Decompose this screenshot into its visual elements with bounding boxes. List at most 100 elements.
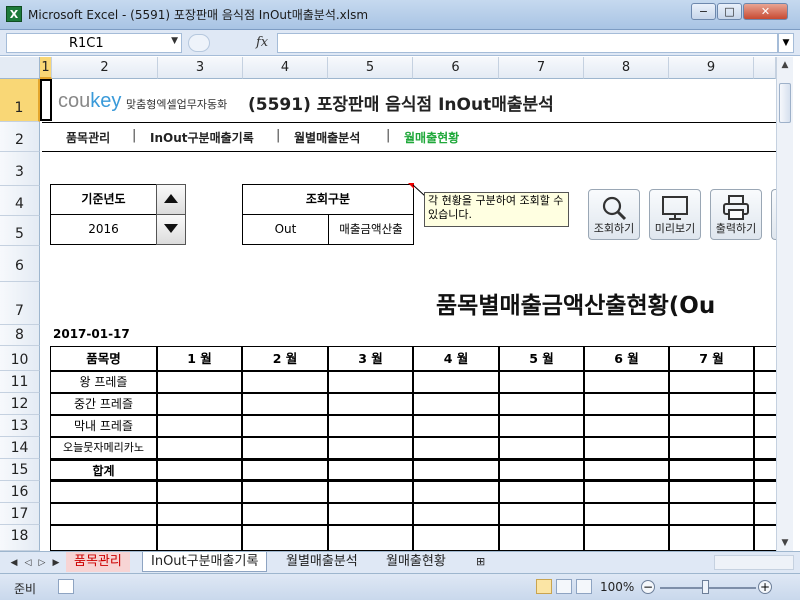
maximize-button[interactable]: □ — [717, 3, 742, 20]
table-cell[interactable] — [499, 415, 584, 437]
table-cell[interactable] — [754, 371, 776, 393]
table-cell[interactable] — [157, 437, 242, 459]
query-type-metric[interactable]: 매출금액산출 — [328, 214, 414, 245]
table-cell[interactable] — [584, 437, 669, 459]
row-header[interactable]: 12 — [0, 393, 40, 415]
sheet-tab-products[interactable]: 품목관리 — [66, 552, 130, 572]
table-cell[interactable] — [669, 459, 754, 481]
item-name-cell[interactable]: 중간 프레즐 — [50, 393, 157, 415]
table-cell[interactable] — [328, 393, 413, 415]
row-header[interactable]: 10 — [0, 346, 40, 371]
table-cell[interactable] — [328, 481, 413, 503]
last-sheet-icon[interactable]: ▶ — [50, 556, 62, 570]
row-header[interactable]: 4 — [0, 186, 40, 216]
table-cell[interactable] — [328, 503, 413, 525]
table-cell[interactable] — [328, 371, 413, 393]
table-cell[interactable] — [413, 481, 499, 503]
table-cell[interactable] — [242, 393, 328, 415]
nav-item-products[interactable]: 품목관리 — [66, 129, 110, 146]
table-cell[interactable] — [584, 525, 669, 551]
row-header[interactable]: 18 — [0, 525, 40, 551]
table-cell[interactable] — [157, 459, 242, 481]
table-cell[interactable] — [50, 525, 157, 551]
table-cell[interactable] — [157, 415, 242, 437]
table-cell[interactable] — [499, 481, 584, 503]
table-cell[interactable] — [242, 481, 328, 503]
table-cell[interactable] — [584, 415, 669, 437]
row-header[interactable]: 17 — [0, 503, 40, 525]
table-cell[interactable] — [242, 415, 328, 437]
column-header[interactable]: 4 — [243, 57, 328, 79]
table-cell[interactable] — [499, 437, 584, 459]
row-header[interactable]: 3 — [0, 152, 40, 186]
column-header[interactable]: 8 — [584, 57, 669, 79]
table-cell[interactable] — [413, 393, 499, 415]
table-cell[interactable] — [754, 415, 776, 437]
table-cell[interactable] — [413, 503, 499, 525]
table-cell[interactable] — [584, 393, 669, 415]
horizontal-scrollbar[interactable] — [714, 555, 794, 570]
table-cell[interactable] — [754, 525, 776, 551]
zoom-out-icon[interactable]: − — [641, 580, 655, 594]
table-cell[interactable] — [499, 503, 584, 525]
row-header[interactable]: 2 — [0, 122, 40, 152]
table-cell[interactable] — [157, 503, 242, 525]
item-name-cell[interactable]: 오늘뭇자메리카노 — [50, 437, 157, 459]
table-cell[interactable] — [584, 503, 669, 525]
vertical-scrollbar[interactable]: ▲ ▼ — [776, 57, 793, 551]
chevron-down-icon[interactable]: ▼ — [171, 36, 178, 46]
table-cell[interactable] — [242, 437, 328, 459]
table-cell[interactable] — [413, 371, 499, 393]
macro-record-icon[interactable] — [58, 579, 74, 594]
table-cell[interactable] — [499, 371, 584, 393]
total-label-cell[interactable]: 합계 — [50, 459, 157, 481]
zoom-in-icon[interactable]: + — [758, 580, 772, 594]
table-cell[interactable] — [157, 525, 242, 551]
table-cell[interactable] — [328, 437, 413, 459]
column-header[interactable]: 2 — [52, 57, 158, 79]
nav-item-monthly-status[interactable]: 월매출현황 — [404, 129, 459, 146]
sheet-tab-monthly-status[interactable]: 월매출현황 — [378, 552, 454, 572]
page-layout-icon[interactable] — [556, 579, 572, 594]
year-up-button[interactable] — [156, 184, 186, 215]
search-button[interactable]: 조회하기 — [588, 189, 640, 240]
print-button[interactable]: 출력하기 — [710, 189, 762, 240]
row-header[interactable]: 8 — [0, 325, 40, 346]
expand-formula-icon[interactable]: ▼ — [778, 33, 794, 53]
table-cell[interactable] — [242, 525, 328, 551]
table-cell[interactable] — [328, 459, 413, 481]
table-cell[interactable] — [242, 503, 328, 525]
row-header[interactable]: 11 — [0, 371, 40, 393]
row-header[interactable]: 15 — [0, 459, 40, 481]
nav-item-monthly-analysis[interactable]: 월별매출분석 — [294, 129, 360, 146]
nav-item-inout-records[interactable]: InOut구분매출기록 — [150, 129, 254, 146]
next-sheet-icon[interactable]: ▷ — [36, 556, 48, 570]
close-button[interactable]: ✕ — [743, 3, 788, 20]
page-break-preview-icon[interactable] — [576, 579, 592, 594]
row-header[interactable]: 16 — [0, 481, 40, 503]
table-cell[interactable] — [754, 481, 776, 503]
row-header[interactable]: 6 — [0, 246, 40, 282]
table-cell[interactable] — [669, 415, 754, 437]
year-value[interactable]: 2016 — [50, 214, 157, 245]
column-header[interactable]: 3 — [158, 57, 243, 79]
table-cell[interactable] — [50, 503, 157, 525]
minimize-button[interactable]: − — [691, 3, 716, 20]
item-name-cell[interactable]: 왕 프레즐 — [50, 371, 157, 393]
table-cell[interactable] — [50, 481, 157, 503]
row-header[interactable]: 14 — [0, 437, 40, 459]
item-name-cell[interactable]: 막내 프레즐 — [50, 415, 157, 437]
table-cell[interactable] — [157, 371, 242, 393]
column-header[interactable]: 1 — [40, 57, 52, 79]
table-cell[interactable] — [157, 481, 242, 503]
table-cell[interactable] — [157, 393, 242, 415]
formula-input[interactable] — [277, 33, 778, 53]
column-header[interactable]: 5 — [328, 57, 413, 79]
normal-view-icon[interactable] — [536, 579, 552, 594]
table-cell[interactable] — [499, 393, 584, 415]
first-sheet-icon[interactable]: ◀ — [8, 556, 20, 570]
scroll-up-icon[interactable]: ▲ — [777, 57, 793, 73]
column-header[interactable]: 9 — [669, 57, 754, 79]
row-header[interactable]: 1 — [0, 79, 40, 122]
table-cell[interactable] — [499, 525, 584, 551]
